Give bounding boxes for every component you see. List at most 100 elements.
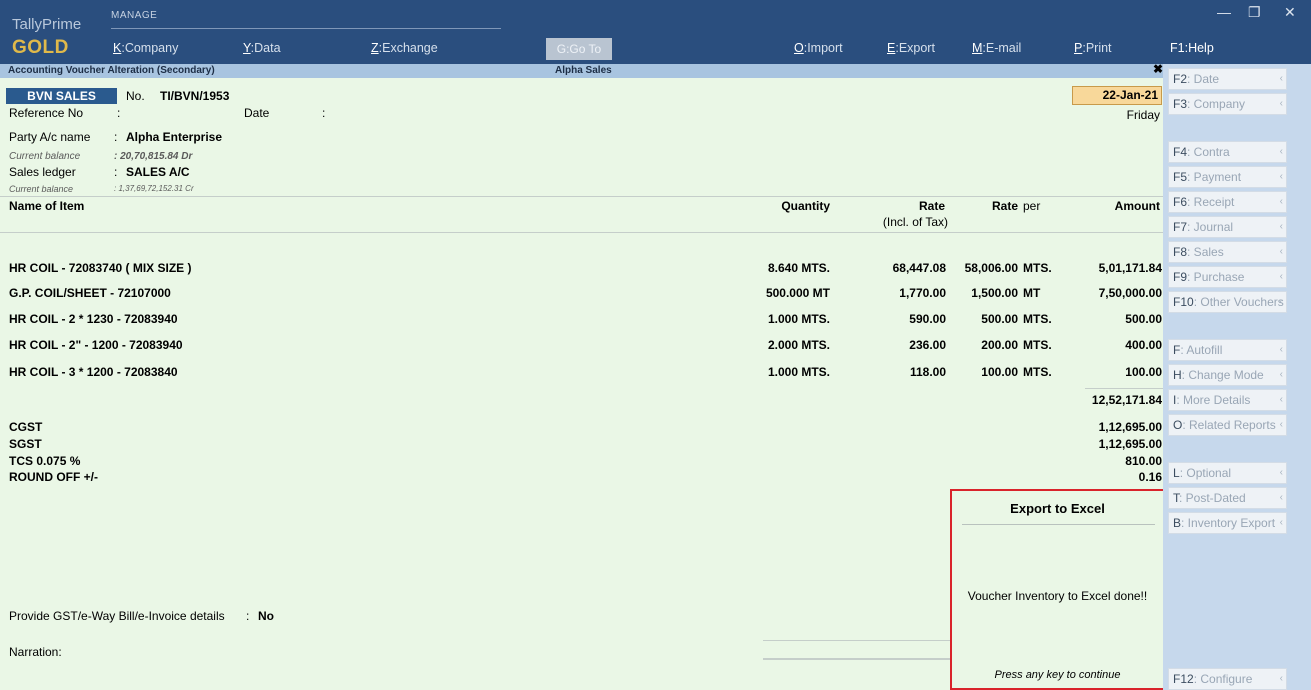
item-amount: 500.00 [1125,312,1162,326]
item-per: MTS. [1023,312,1052,326]
chevron-left-icon: ‹ [1279,146,1283,157]
app-name: TallyPrime [12,16,82,33]
f2-date-button[interactable]: F2: Date ‹ [1168,68,1287,90]
restore-icon[interactable]: ❐ [1248,4,1261,21]
app-edition: GOLD [12,37,69,58]
item-quantity: 2.000 MTS. [767,338,830,352]
close-screen-icon[interactable]: ✖ [1153,62,1163,76]
item-rate-incl: 1,770.00 [899,286,946,300]
item-rate-incl: 118.00 [909,365,946,379]
goto-button[interactable]: G:Go To [546,38,612,60]
header-divider-top [0,196,1163,197]
voucher-type[interactable]: BVN SALES [6,88,117,104]
chevron-left-icon: ‹ [1279,171,1283,182]
sales-ledger-label: Sales ledger [9,165,76,179]
subtotal-line [1085,388,1163,389]
chevron-left-icon: ‹ [1279,98,1283,109]
menu-company[interactable]: K:Company [113,41,178,55]
ledger-name: TCS 0.075 % [9,454,81,468]
more-details-button[interactable]: I: More Details ‹ [1168,389,1287,411]
menu-import[interactable]: O:Import [794,41,843,55]
sales-balance-label: Current balance [9,184,74,194]
f6-receipt-button[interactable]: F6: Receipt ‹ [1168,191,1287,213]
item-name: HR COIL - 2 * 1230 - 72083940 [9,312,178,326]
item-per: MTS. [1023,365,1052,379]
item-rate-incl: 236.00 [909,338,946,352]
item-amount: 100.00 [1125,365,1162,379]
menu-email[interactable]: M:E-mail [972,41,1021,55]
menu-data[interactable]: Y:Data [243,41,281,55]
item-quantity: 1.000 MTS. [767,312,830,326]
f12-configure-button[interactable]: F12: Configure ‹ [1168,668,1287,690]
date-sep: : [322,106,326,120]
ledger-name: SGST [9,437,42,451]
item-name: HR COIL - 72083740 ( MIX SIZE ) [9,261,192,275]
chevron-left-icon: ‹ [1279,492,1283,503]
item-quantity: 500.000 MT [765,286,830,300]
item-per: MT [1023,286,1041,300]
chevron-left-icon: ‹ [1279,73,1283,84]
chevron-left-icon: ‹ [1279,467,1283,478]
voucher-number[interactable]: TI/BVN/1953 [160,89,229,103]
total-line-1 [763,640,953,641]
item-quantity: 1.000 MTS. [767,365,830,379]
popup-message: Voucher Inventory to Excel done!! [967,589,1148,603]
optional-button[interactable]: L: Optional ‹ [1168,462,1287,484]
item-name: HR COIL - 3 * 1200 - 72083840 [9,365,178,379]
gst-value[interactable]: No [258,609,274,623]
reference-sep: : [117,106,121,120]
item-quantity: 8.640 MTS. [767,261,830,275]
f3-company-button[interactable]: F3: Company ‹ [1168,93,1287,115]
item-amount: 5,01,171.84 [1098,261,1162,275]
screen-title: Accounting Voucher Alteration (Secondary… [8,65,215,76]
close-icon[interactable]: ✕ [1284,4,1296,21]
menu-export[interactable]: E:Export [887,41,935,55]
f9-purchase-button[interactable]: F9: Purchase ‹ [1168,266,1287,288]
f7-journal-button[interactable]: F7: Journal ‹ [1168,216,1287,238]
item-rate-incl: 68,447.08 [892,261,946,275]
col-item: Name of Item [9,199,85,213]
chevron-left-icon: ‹ [1279,394,1283,405]
post-dated-button[interactable]: T: Post-Dated ‹ [1168,487,1287,509]
date-label: Date [244,106,270,120]
chevron-left-icon: ‹ [1279,419,1283,430]
col-rate-incl-sub: (Incl. of Tax) [882,215,948,229]
minimize-icon[interactable]: — [1217,4,1231,20]
item-rate: 58,006.00 [964,261,1018,275]
party-name[interactable]: Alpha Enterprise [126,130,222,144]
header-divider-bottom [0,232,1163,233]
autofill-button[interactable]: F: Autofill ‹ [1168,339,1287,361]
f5-payment-button[interactable]: F5: Payment ‹ [1168,166,1287,188]
menu-help[interactable]: F1:Help [1170,41,1214,55]
item-per: MTS. [1023,261,1052,275]
chevron-left-icon: ‹ [1279,221,1283,232]
item-rate: 500.00 [981,312,1018,326]
change-mode-button[interactable]: H: Change Mode ‹ [1168,364,1287,386]
export-popup[interactable]: Export to Excel Voucher Inventory to Exc… [950,489,1165,690]
popup-divider [962,524,1155,525]
total-line-2 [763,658,953,660]
inventory-export-button[interactable]: B: Inventory Export ‹ [1168,512,1287,534]
item-name: HR COIL - 2" - 1200 - 72083940 [9,338,183,352]
sales-ledger[interactable]: SALES A/C [126,165,190,179]
gst-label: Provide GST/e-Way Bill/e-Invoice details [9,609,225,623]
f4-contra-button[interactable]: F4: Contra ‹ [1168,141,1287,163]
related-reports-button[interactable]: O: Related Reports ‹ [1168,414,1287,436]
col-quantity: Quantity [781,199,830,213]
voucher-date[interactable]: 22-Jan-21 [1072,86,1162,105]
menu-print[interactable]: P:Print [1074,41,1112,55]
chevron-left-icon: ‹ [1279,246,1283,257]
item-per: MTS. [1023,338,1052,352]
item-amount: 7,50,000.00 [1098,286,1162,300]
col-amount: Amount [1114,199,1160,213]
f10-other-vouchers-button[interactable]: F10: Other Vouchers ‹ [1168,291,1287,313]
chevron-left-icon: ‹ [1279,344,1283,355]
ledger-name: CGST [9,420,43,434]
f8-sales-button[interactable]: F8: Sales ‹ [1168,241,1287,263]
reference-label: Reference No [9,106,84,120]
popup-title: Export to Excel [1010,501,1105,516]
manage-divider [111,28,501,29]
menu-exchange[interactable]: Z:Exchange [371,41,438,55]
chevron-left-icon: ‹ [1279,296,1283,307]
item-rate: 1,500.00 [971,286,1018,300]
